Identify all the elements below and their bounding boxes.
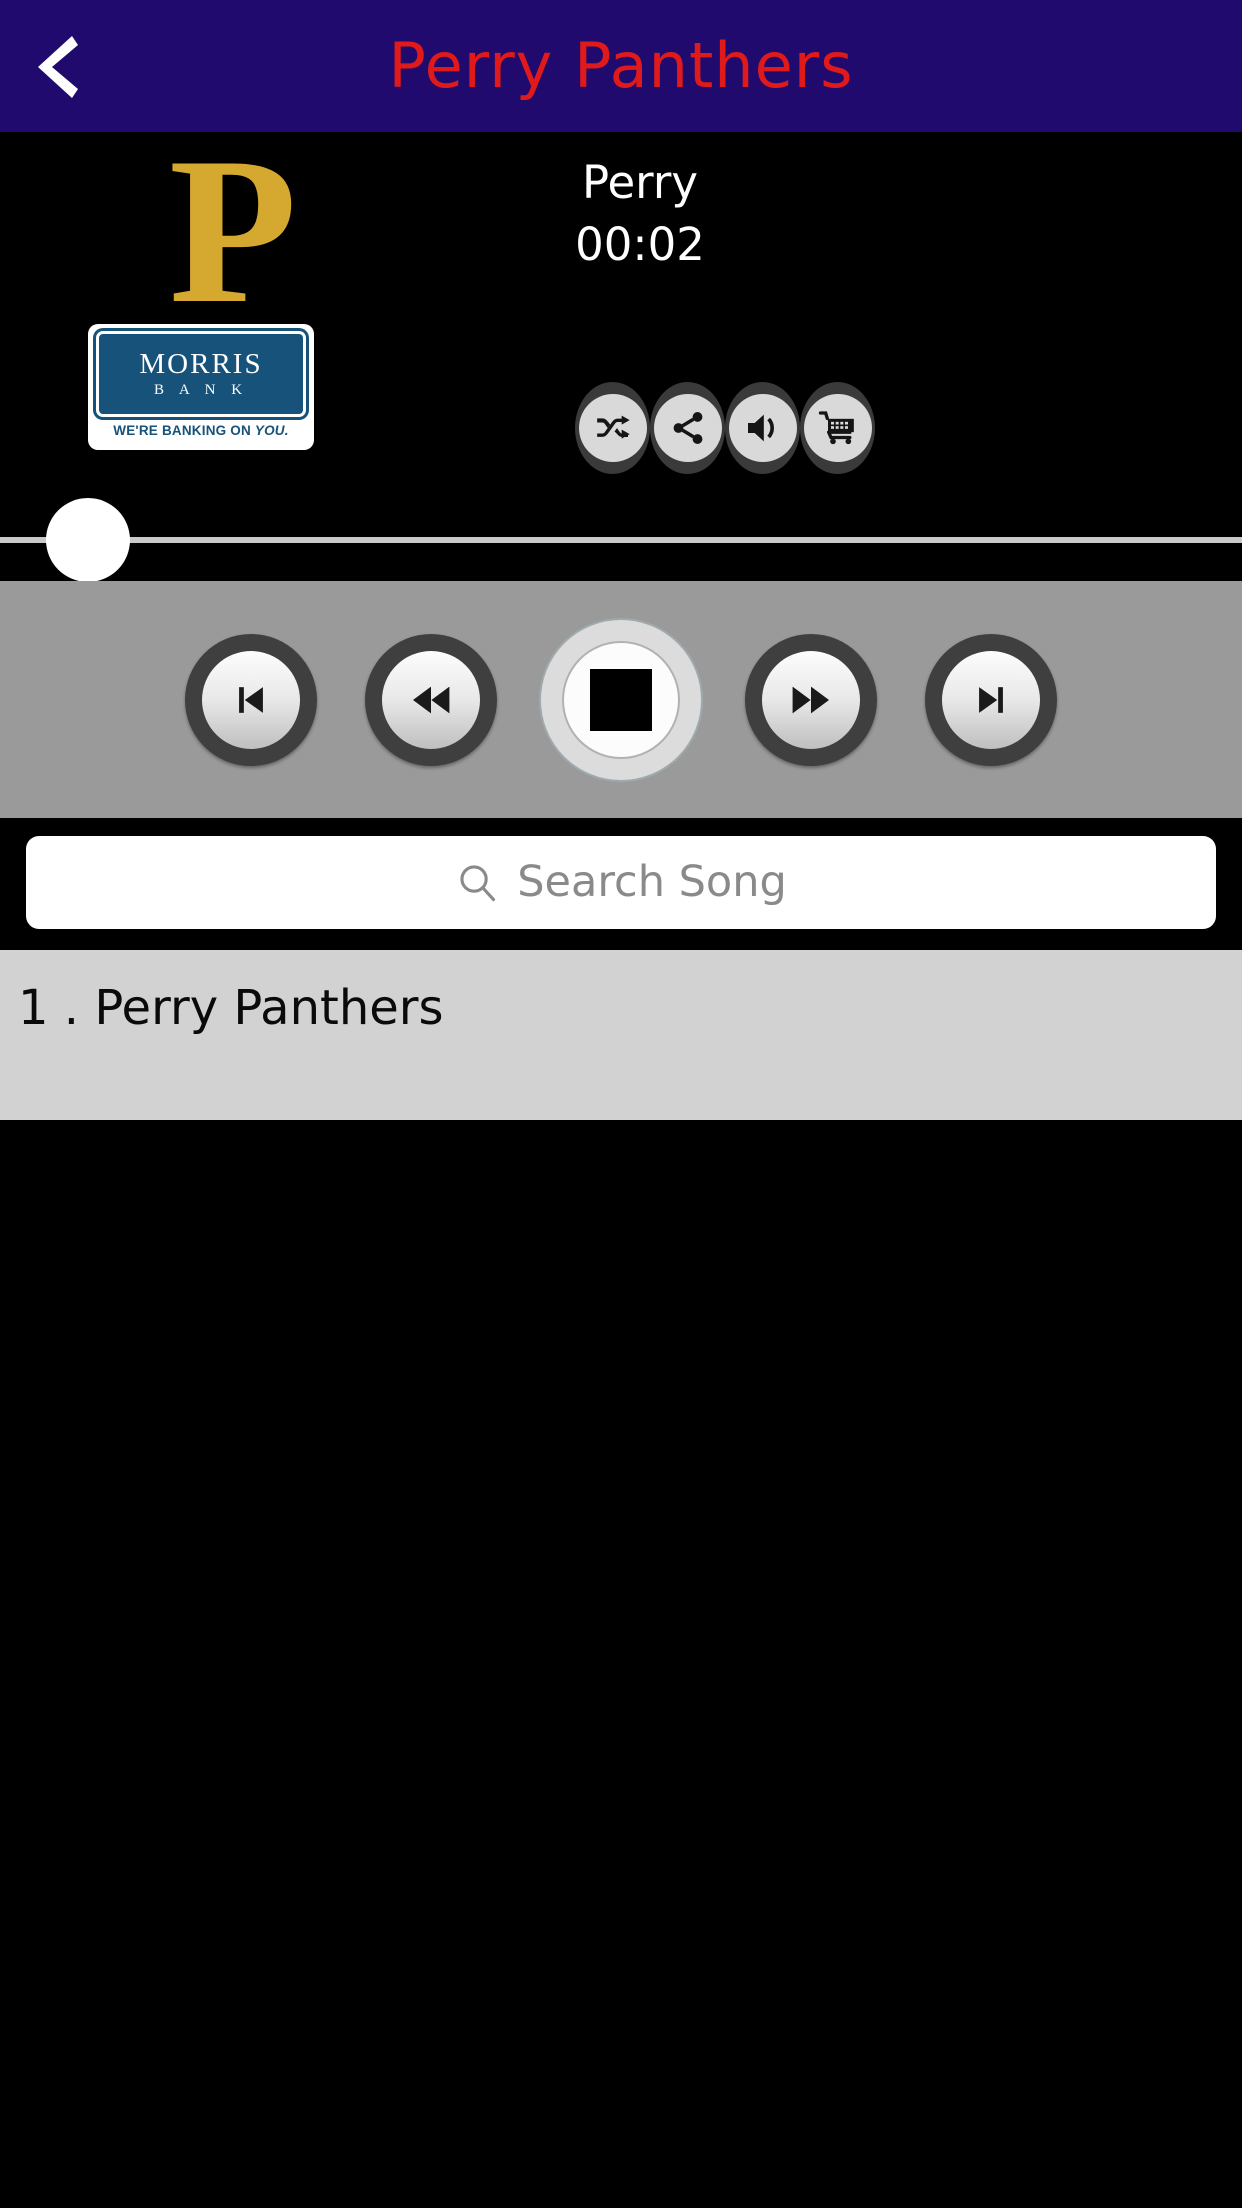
song-list: 1 . Perry Panthers <box>0 950 1242 1120</box>
song-title: 1 . Perry Panthers <box>18 980 444 1036</box>
sponsor-logo: MORRIS B A N K WE'RE BANKING ON YOU. <box>88 324 314 450</box>
share-button[interactable] <box>650 382 725 474</box>
app-header: Perry Panthers <box>0 0 1242 132</box>
previous-track-button[interactable] <box>185 633 317 766</box>
stop-icon <box>590 668 652 731</box>
rewind-button-face <box>382 650 480 749</box>
empty-list-area <box>0 1120 1242 2208</box>
now-playing-info: Perry 00:02 <box>400 154 880 274</box>
volume-button-face <box>728 394 797 462</box>
progress-track[interactable] <box>0 537 1242 543</box>
progress-thumb[interactable] <box>46 498 130 582</box>
search-placeholder: Search Song <box>517 857 787 907</box>
list-item[interactable]: 1 . Perry Panthers <box>0 950 1242 1120</box>
cart-button-face <box>803 394 872 462</box>
page-title: Perry Panthers <box>388 29 854 102</box>
sponsor-tagline-prefix: WE'RE BANKING ON <box>113 423 255 438</box>
team-monogram: P <box>168 115 298 347</box>
stop-button-face <box>562 640 680 759</box>
shuffle-button-face <box>578 394 647 462</box>
player-top-section: P MORRIS B A N K WE'RE BANKING ON YOU. P… <box>0 126 1242 582</box>
cart-button[interactable] <box>800 382 875 474</box>
progress-slider[interactable] <box>0 498 1242 582</box>
track-title: Perry <box>581 156 699 209</box>
previous-track-button-face <box>202 650 300 749</box>
shopping-cart-icon <box>818 411 854 445</box>
volume-icon <box>747 414 774 442</box>
shuffle-button[interactable] <box>575 382 650 474</box>
share-icon <box>673 412 702 444</box>
sponsor-tagline-emphasis: YOU. <box>254 423 289 438</box>
elapsed-time: 00:02 <box>575 218 705 271</box>
transport-controls <box>0 581 1242 818</box>
search-icon <box>460 865 496 902</box>
rewind-button[interactable] <box>365 633 497 766</box>
fast-forward-button[interactable] <box>745 633 877 766</box>
search-section: Search Song <box>0 818 1242 946</box>
next-track-button[interactable] <box>925 633 1057 766</box>
skip-previous-icon <box>239 686 263 713</box>
sponsor-name: MORRIS <box>139 347 263 380</box>
next-track-button-face <box>942 650 1040 749</box>
fast-forward-button-face <box>762 650 860 749</box>
action-icon-row <box>575 382 875 474</box>
sponsor-subname: B A N K <box>153 381 249 398</box>
sponsor-tagline: WE'RE BANKING ON YOU. <box>96 423 306 438</box>
stop-button[interactable] <box>539 617 703 782</box>
volume-button[interactable] <box>725 382 800 474</box>
share-button-face <box>653 394 722 462</box>
skip-next-icon <box>979 686 1003 713</box>
fast-forward-icon <box>792 686 830 713</box>
sponsor-plate: MORRIS B A N K <box>96 331 306 417</box>
search-input-content: Search Song <box>455 857 787 907</box>
rewind-icon <box>412 686 450 713</box>
search-input[interactable]: Search Song <box>26 835 1216 929</box>
album-artwork: P MORRIS B A N K WE'RE BANKING ON YOU. <box>88 126 378 462</box>
shuffle-icon <box>596 415 630 439</box>
player-screen: Perry Panthers P MORRIS B A N K WE'RE BA… <box>0 0 1242 2208</box>
